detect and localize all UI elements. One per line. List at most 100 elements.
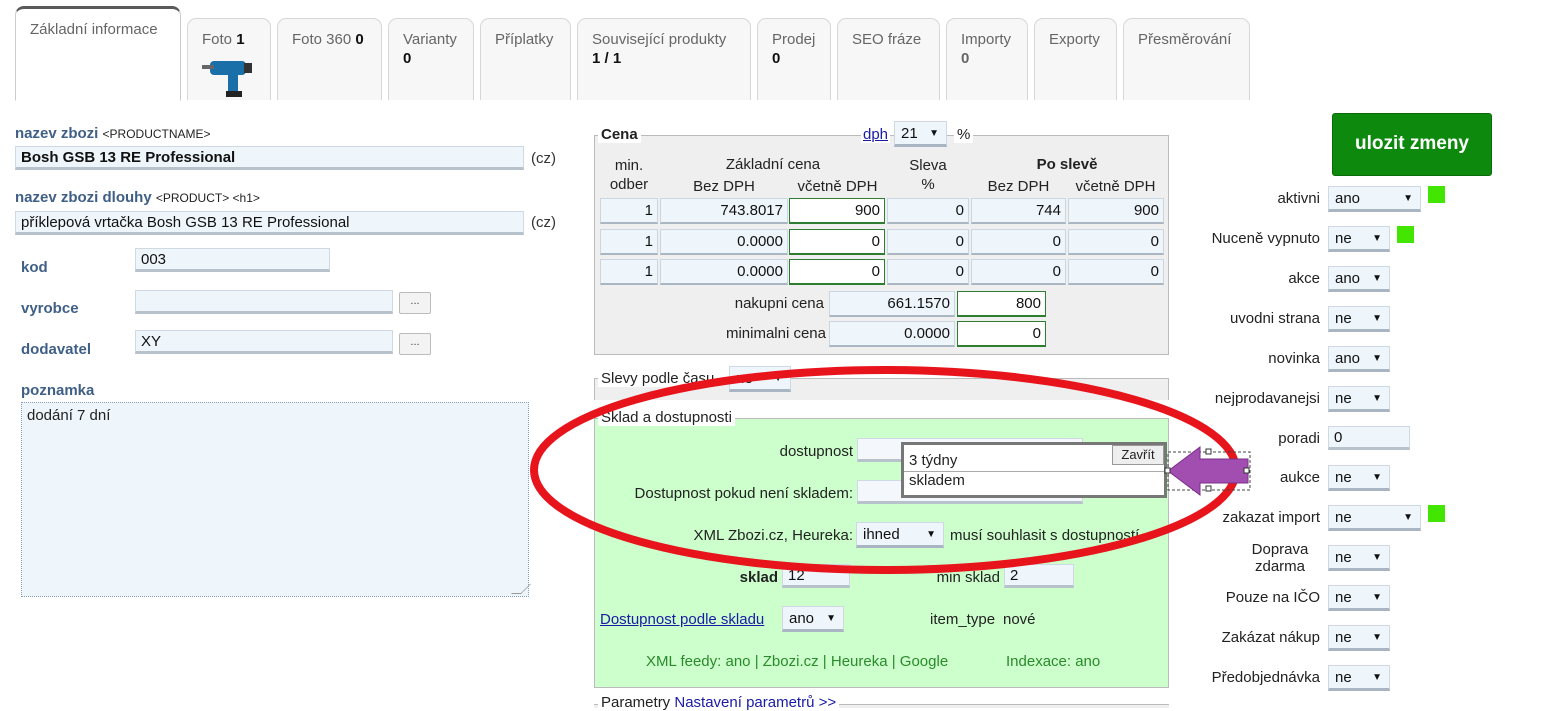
poradi-input[interactable]: 0	[1328, 426, 1410, 450]
tab-presmerovani[interactable]: Přesměrování	[1123, 18, 1250, 100]
right-label-1: Nuceně vypnuto	[1211, 230, 1320, 247]
dodavatel-label: dodavatel	[21, 341, 92, 358]
tab-zakladni-informace[interactable]: Základní informace	[15, 6, 181, 101]
tab-foto[interactable]: Foto 1	[187, 18, 271, 100]
right-select-10[interactable]: ne	[1328, 585, 1390, 611]
right-select-3[interactable]: ne	[1328, 306, 1390, 332]
tab-importy[interactable]: Importy 0	[946, 18, 1028, 100]
po-bez-cell[interactable]: 744	[971, 198, 1066, 224]
min-price-input[interactable]: 0.0000	[829, 321, 955, 347]
tab-foto-360[interactable]: Foto 360 0	[277, 18, 382, 100]
po-bez-cell[interactable]: 0	[971, 259, 1066, 285]
right-select-1[interactable]: ne	[1328, 226, 1390, 252]
bez-dph2-header: Bez DPH	[987, 178, 1050, 195]
feed-zbozi[interactable]: Zbozi.cz	[763, 653, 819, 670]
dostupnost-podle-skladu-link[interactable]: Dostupnost podle skladu	[600, 611, 764, 628]
min-price-vat-input[interactable]: 0	[957, 321, 1046, 347]
tab-count: 1 / 1	[592, 50, 622, 67]
dostupnost-podle-skladu-select[interactable]: ano	[782, 606, 844, 632]
right-label-8: zakazat import	[1222, 509, 1320, 526]
right-label-11: Zakázat nákup	[1221, 629, 1320, 646]
percent-sign: %	[954, 126, 974, 143]
long-name-label: nazev zbozi dlouhy <PRODUCT> <h1>	[15, 189, 260, 206]
red-annotation-ellipse	[530, 366, 1240, 574]
buy-price-input[interactable]: 661.1570	[829, 291, 955, 317]
right-label-12: Předobjednávka	[1211, 669, 1320, 686]
min-odber-cell[interactable]: 1	[600, 198, 658, 224]
dodavatel-input[interactable]: XY	[135, 330, 393, 354]
price-vc-cell[interactable]: 900	[789, 198, 885, 224]
vc-dph-header: včetně DPH	[797, 178, 878, 195]
base-price-header: Základní cena	[725, 156, 821, 173]
buy-price-label: nakupni cena	[734, 295, 824, 312]
drill-thumbnail	[202, 61, 252, 97]
right-select-0[interactable]: ano	[1328, 186, 1421, 212]
buy-price-vat-input[interactable]: 800	[957, 291, 1046, 317]
tab-priplatky[interactable]: Příplatky	[480, 18, 571, 100]
vc-dph2-header: včetně DPH	[1075, 178, 1156, 195]
tab-seo-fraze[interactable]: SEO fráze	[837, 18, 940, 100]
po-vc-cell[interactable]: 0	[1068, 229, 1164, 255]
tab-souvisejici-produkty[interactable]: Související produkty 1 / 1	[577, 18, 751, 100]
price-bez-cell[interactable]: 0.0000	[660, 229, 788, 255]
bez-dph-header: Bez DPH	[693, 178, 755, 195]
feed-google[interactable]: Google	[900, 653, 948, 670]
dph-link[interactable]: dph	[861, 126, 891, 143]
right-select-2[interactable]: ano	[1328, 266, 1390, 292]
price-legend: Cena	[598, 126, 641, 143]
params-legend: Parametry Nastavení parametrů >>	[598, 694, 840, 711]
arrow-handle	[1205, 485, 1212, 492]
save-button[interactable]: ulozit zmeny	[1332, 113, 1492, 176]
tab-label: Související produkty	[592, 31, 727, 48]
right-select-9[interactable]: ne	[1328, 545, 1390, 571]
right-label-5: nejprodavanejsi	[1214, 390, 1320, 407]
po-vc-cell[interactable]: 900	[1068, 198, 1164, 224]
min-odber-cell[interactable]: 1	[600, 259, 658, 285]
vyrobce-browse-button[interactable]: ...	[399, 292, 431, 314]
product-long-name-input[interactable]: příklepová vrtačka Bosh GSB 13 RE Profes…	[15, 211, 524, 235]
product-name-input[interactable]: Bosh GSB 13 RE Professional	[15, 146, 524, 170]
arrow-handle	[1164, 467, 1171, 474]
dph-select[interactable]: 21	[894, 121, 947, 147]
min-price-label: minimalni cena	[725, 325, 826, 342]
kod-input[interactable]: 003	[135, 248, 330, 272]
tab-label: Foto 360	[292, 31, 352, 48]
long-name-tag: <PRODUCT> <h1>	[155, 191, 260, 205]
sleva-cell[interactable]: 0	[887, 198, 969, 224]
right-select-7[interactable]: ne	[1328, 465, 1390, 491]
params-link[interactable]: Nastavení parametrů >>	[674, 694, 836, 711]
tab-count: 0	[403, 50, 412, 67]
right-select-4[interactable]: ano	[1328, 346, 1390, 372]
price-vc-cell[interactable]: 0	[789, 229, 885, 255]
min-odber-cell[interactable]: 1	[600, 229, 658, 255]
note-textarea[interactable]: dodání 7 dní	[21, 402, 529, 597]
right-select-5[interactable]: ne	[1328, 386, 1390, 412]
vyrobce-label: vyrobce	[21, 300, 79, 317]
tab-varianty[interactable]: Varianty 0	[388, 18, 474, 100]
tab-exporty[interactable]: Exporty	[1034, 18, 1117, 100]
sleva-cell[interactable]: 0	[887, 229, 969, 255]
tab-count: 1	[236, 31, 245, 48]
po-vc-cell[interactable]: 0	[1068, 259, 1164, 285]
vyrobce-input[interactable]	[135, 290, 393, 314]
annotation-overlay	[530, 366, 1251, 574]
tab-label: Varianty	[403, 31, 457, 48]
price-vc-cell[interactable]: 0	[789, 259, 885, 285]
sleva-cell[interactable]: 0	[887, 259, 969, 285]
right-select-11[interactable]: ne	[1328, 625, 1390, 651]
price-bez-cell[interactable]: 0.0000	[660, 259, 788, 285]
tab-label: SEO fráze	[852, 31, 922, 48]
dodavatel-browse-button[interactable]: ...	[399, 333, 431, 355]
tab-prodej[interactable]: Prodej 0	[757, 18, 831, 100]
note-label: poznamka	[21, 382, 95, 399]
right-select-8[interactable]: ne	[1328, 505, 1421, 531]
po-bez-cell[interactable]: 0	[971, 229, 1066, 255]
feed-heureka[interactable]: Heureka	[831, 653, 888, 670]
name-tag: <PRODUCTNAME>	[102, 127, 211, 141]
tab-label: Foto	[202, 31, 233, 48]
price-bez-cell[interactable]: 743.8017	[660, 198, 788, 224]
indexace-line: Indexace: ano	[1006, 653, 1101, 670]
right-select-12[interactable]: ne	[1328, 665, 1390, 691]
tab-label: Importy	[961, 31, 1012, 48]
active-indicator	[1397, 226, 1414, 243]
